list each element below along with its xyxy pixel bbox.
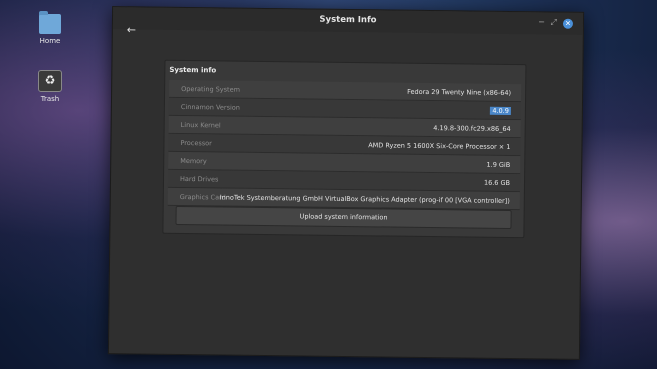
info-label: Hard Drives [179, 174, 219, 184]
maximize-icon[interactable]: ⤢ [551, 17, 558, 27]
info-value: 16.6 GB [483, 178, 511, 188]
info-value: InnoTek Systemberatung GmbH VirtualBox G… [219, 193, 510, 206]
info-label: Cinnamon Version [180, 102, 240, 112]
folder-icon [39, 11, 61, 34]
desktop-icon-trash[interactable]: ♻ Trash [33, 70, 67, 103]
upload-system-info-button[interactable]: Upload system information [175, 205, 512, 230]
info-label: Processor [180, 138, 212, 148]
info-value: Fedora 29 Twenty Nine (x86-64) [407, 87, 512, 98]
info-label: Operating System [181, 84, 240, 94]
system-info-panel: System info Operating System Fedora 29 T… [162, 59, 527, 239]
info-value-selected[interactable]: 4.0.9 [490, 106, 511, 116]
desktop-icon-home[interactable]: Home [33, 11, 67, 45]
window-title: System Info [319, 14, 377, 26]
back-arrow-icon[interactable]: ← [127, 23, 136, 36]
trash-icon: ♻ [38, 70, 62, 92]
titlebar[interactable]: System Info − ⤢ ✕ [112, 7, 584, 35]
info-value: 4.19.8-300.fc29.x86_64 [433, 124, 511, 134]
info-value: AMD Ryzen 5 1600X Six-Core Processor × 1 [368, 141, 511, 152]
system-info-window: System Info − ⤢ ✕ ← System info Operatin… [107, 6, 585, 360]
minimize-icon[interactable]: − [538, 17, 545, 26]
info-list: Operating System Fedora 29 Twenty Nine (… [167, 79, 522, 211]
info-value: 1.9 GiB [486, 160, 511, 170]
info-label: Memory [180, 156, 207, 166]
desktop-icon-label: Home [39, 37, 61, 45]
desktop-icon-label: Trash [40, 95, 60, 103]
close-icon[interactable]: ✕ [562, 18, 574, 29]
info-label: Linux Kernel [180, 120, 221, 130]
